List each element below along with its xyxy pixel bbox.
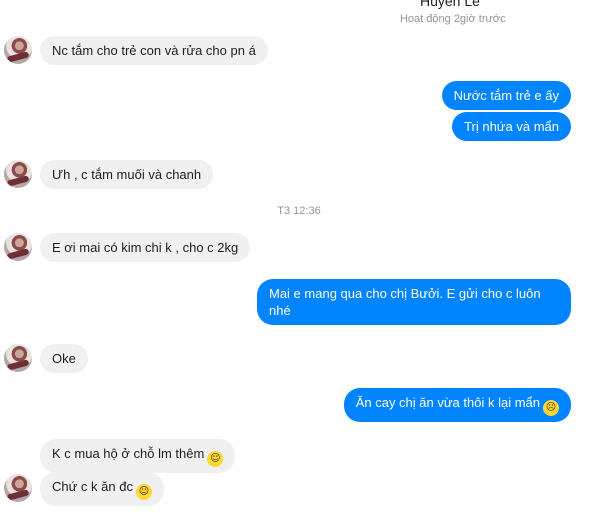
contact-name[interactable]: Huyền Lê: [420, 0, 480, 9]
grinning-sweat-face-icon: ☺: [135, 484, 152, 500]
message-timestamp: T3 12:36: [277, 205, 321, 217]
incoming-message[interactable]: E ơi mai có kim chi k , cho c 2kg: [40, 233, 251, 262]
avatar[interactable]: [4, 344, 32, 372]
incoming-message[interactable]: Oke: [40, 344, 88, 373]
avatar[interactable]: [4, 160, 32, 188]
active-status: Hoạt động 2giờ trước: [400, 13, 506, 25]
message-text: Chứ c k ăn đc: [52, 479, 133, 494]
incoming-message[interactable]: Ưh , c tắm muối và chanh: [40, 160, 214, 189]
outgoing-message[interactable]: Trị nhứa và mẩn: [452, 112, 571, 141]
incoming-message[interactable]: Chứ c k ăn đc ☺: [40, 472, 164, 506]
incoming-message[interactable]: K c mua hộ ở chỗ lm thêm ☺: [40, 439, 236, 473]
outgoing-message[interactable]: Ăn cay chị ăn vừa thôi k lại mẩn ☹: [343, 388, 571, 422]
avatar[interactable]: [4, 233, 32, 261]
grinning-face-icon: ☺: [207, 451, 224, 467]
outgoing-message[interactable]: Nước tắm trẻ e ấy: [441, 81, 571, 110]
message-text: Ăn cay chị ăn vừa thôi k lại mẩn: [355, 395, 540, 410]
avatar[interactable]: [4, 36, 32, 64]
avatar[interactable]: [4, 474, 32, 502]
incoming-message[interactable]: Nc tắm cho trẻ con và rửa cho pn á: [40, 36, 268, 65]
outgoing-message[interactable]: Mai e mang qua cho chị Bưởi. E gửi cho c…: [257, 279, 571, 325]
disappointed-face-icon: ☹: [543, 400, 559, 416]
message-text: K c mua hộ ở chỗ lm thêm: [52, 446, 205, 461]
